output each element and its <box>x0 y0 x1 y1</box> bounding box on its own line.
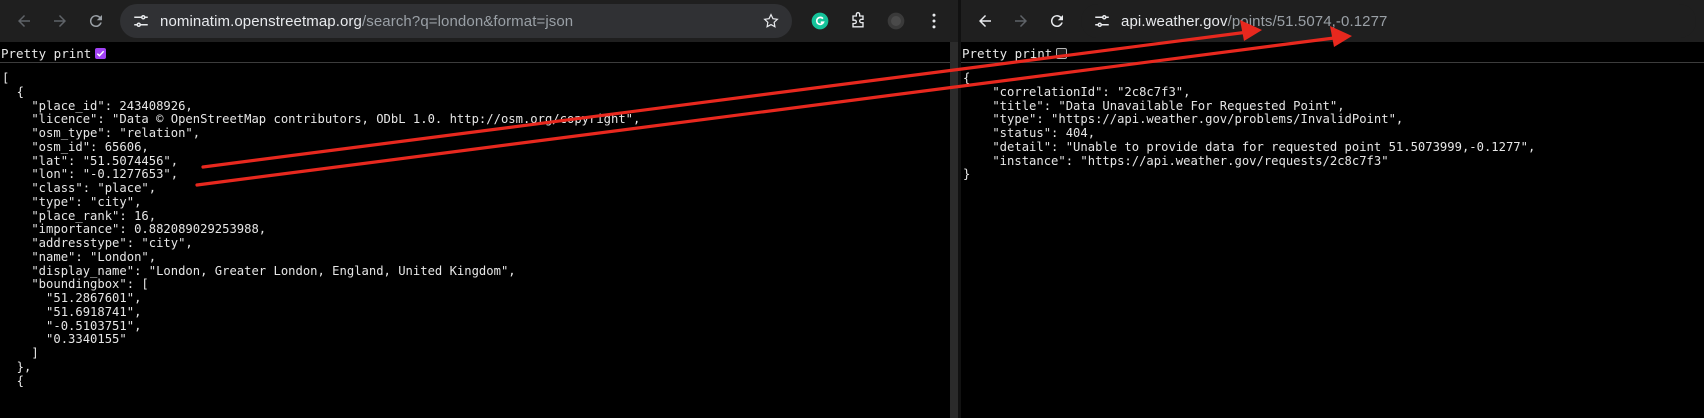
json-line: "correlationId": "2c8c7f3", <box>963 84 1191 99</box>
back-button[interactable] <box>8 5 40 37</box>
reload-icon <box>1050 15 1063 28</box>
json-line: "lat": "51.5074456", <box>2 153 179 168</box>
json-line: ] <box>2 346 39 360</box>
arrow-back-icon <box>18 15 30 27</box>
extensions-button[interactable] <box>842 5 874 37</box>
arrow-forward-icon <box>1015 15 1027 27</box>
url-path: /points/51.5074,-0.1277 <box>1227 12 1388 30</box>
left-browser-window: nominatim.openstreetmap.org/search?q=lon… <box>0 0 958 418</box>
json-line: }, <box>2 359 32 374</box>
json-line: { <box>963 71 971 85</box>
checkmark-icon <box>97 50 105 57</box>
json-line: "0.3340155" <box>2 332 127 347</box>
json-line: "status": 404, <box>963 126 1096 140</box>
star-icon[interactable] <box>762 12 780 30</box>
url-path: /search?q=london&format=json <box>361 12 574 30</box>
pretty-print-bar: Pretty print <box>0 42 958 63</box>
json-line: "detail": "Unable to provide data for re… <box>963 139 1536 154</box>
json-line: "name": "London", <box>2 249 157 264</box>
json-line: "instance": "https://api.weather.gov/req… <box>963 153 1389 168</box>
url-text[interactable]: api.weather.gov/points/51.5074,-0.1277 <box>1121 13 1388 30</box>
forward-button[interactable] <box>1005 5 1037 37</box>
json-response: [ { "place_id": 243408926, "licence": "D… <box>0 63 958 388</box>
url-text[interactable]: nominatim.openstreetmap.org/search?q=lon… <box>160 13 573 30</box>
json-line: "lon": "-0.1277653", <box>2 167 179 182</box>
back-button[interactable] <box>969 5 1001 37</box>
pretty-print-checkbox[interactable] <box>95 47 107 59</box>
tune-icon[interactable] <box>132 12 150 30</box>
address-bar[interactable]: api.weather.gov/points/51.5074,-0.1277 <box>1081 4 1696 38</box>
profile-icon <box>887 12 905 30</box>
tune-icon[interactable] <box>1093 12 1111 30</box>
json-response: { "correlationId": "2c8c7f3", "title": "… <box>961 63 1704 182</box>
json-line: "display_name": "London, Greater London,… <box>2 263 516 278</box>
forward-button[interactable] <box>44 5 76 37</box>
json-line: "class": "place", <box>2 181 157 195</box>
grammarly-button[interactable] <box>804 5 836 37</box>
reload-button[interactable] <box>80 5 112 37</box>
reload-button[interactable] <box>1041 5 1073 37</box>
json-line: "51.2867601", <box>2 291 142 305</box>
json-line: "-0.5103751", <box>2 318 142 333</box>
scrollbar[interactable] <box>950 42 958 418</box>
json-line: [ <box>2 71 10 85</box>
pretty-print-checkbox[interactable] <box>1056 47 1068 59</box>
kebab-menu-icon <box>932 13 936 29</box>
json-line: "importance": 0.882089029253988, <box>2 222 267 237</box>
json-line: "addresstype": "city", <box>2 236 193 250</box>
profile-button[interactable] <box>880 5 912 37</box>
json-line: "title": "Data Unavailable For Requested… <box>963 98 1345 113</box>
reload-icon <box>89 15 102 28</box>
pretty-print-label: Pretty print <box>962 45 1053 61</box>
browser-toolbar: api.weather.gov/points/51.5074,-0.1277 <box>961 0 1704 42</box>
json-line: "osm_type": "relation", <box>2 126 201 140</box>
menu-button[interactable] <box>918 5 950 37</box>
json-line: "boundingbox": [ <box>2 277 149 292</box>
browser-toolbar: nominatim.openstreetmap.org/search?q=lon… <box>0 0 958 42</box>
address-bar[interactable]: nominatim.openstreetmap.org/search?q=lon… <box>120 4 792 38</box>
pretty-print-label: Pretty print <box>1 45 92 61</box>
puzzle-icon <box>852 12 864 28</box>
arrow-forward-icon <box>54 15 66 27</box>
json-line: } <box>963 167 971 182</box>
json-line: "type": "city", <box>2 194 142 209</box>
json-line: { <box>2 373 25 388</box>
json-line: "licence": "Data © OpenStreetMap contrib… <box>2 112 641 127</box>
url-host: nominatim.openstreetmap.org <box>160 12 362 30</box>
pretty-print-bar: Pretty print <box>961 42 1704 63</box>
json-line: "type": "https://api.weather.gov/problem… <box>963 112 1404 127</box>
json-line: "place_rank": 16, <box>2 208 157 223</box>
grammarly-icon <box>811 12 829 30</box>
right-browser-window: api.weather.gov/points/51.5074,-0.1277 P… <box>961 0 1704 418</box>
arrow-back-icon <box>979 15 991 27</box>
url-host: api.weather.gov <box>1121 12 1228 30</box>
json-line: "place_id": 243408926, <box>2 98 193 113</box>
json-line: "osm_id": 65606, <box>2 139 149 154</box>
json-line: "51.6918741", <box>2 304 142 319</box>
json-line: { <box>2 84 25 99</box>
